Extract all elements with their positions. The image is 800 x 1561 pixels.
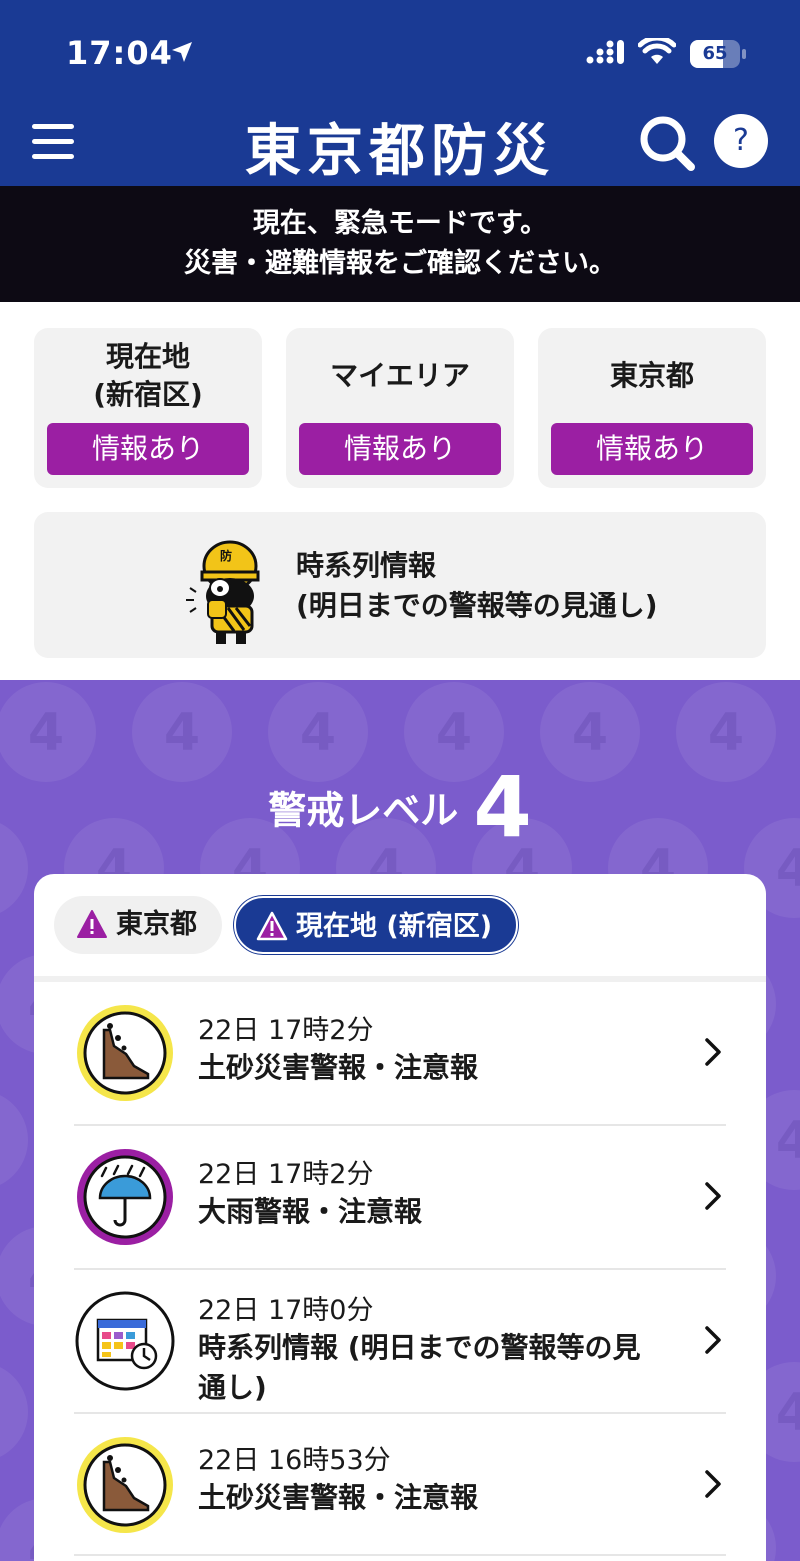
warning-level-heading: 警戒レベル 4 <box>0 758 800 856</box>
tab-tokyo[interactable]: 東京都 <box>54 896 222 954</box>
chevron-right-icon <box>705 1182 721 1210</box>
area-status-badge: 情報あり <box>299 423 501 475</box>
alert-time: 22日 17時2分 <box>198 1159 374 1190</box>
timeline-title: 時系列情報 <box>296 549 437 582</box>
warning-triangle-icon <box>256 911 288 941</box>
alert-item[interactable]: 22日 17時2分 土砂災害警報・注意報 <box>74 1000 726 1106</box>
alert-time: 22日 16時53分 <box>198 1445 391 1476</box>
alert-title: 土砂災害警報・注意報 <box>198 1051 479 1084</box>
help-button[interactable]: ? <box>714 114 768 168</box>
area-status-badge: 情報あり <box>47 423 249 475</box>
alert-time: 22日 17時2分 <box>198 1015 374 1046</box>
pattern-digit: 4 <box>164 703 200 763</box>
alert-title: 時系列情報 (明日までの警報等の見通し) <box>198 1331 641 1404</box>
warning-level-label: 警戒レベル <box>268 788 459 833</box>
location-arrow-icon <box>172 42 192 62</box>
chevron-right-icon <box>705 1470 721 1498</box>
hamburger-icon <box>32 124 74 129</box>
status-time: 17:04 <box>66 34 173 72</box>
area-card-my-area[interactable]: マイエリア 情報あり <box>286 328 514 488</box>
alert-item[interactable]: 22日 16時53分 土砂災害警報・注意報 <box>74 1430 726 1536</box>
timeline-subtitle: (明日までの警報等の見通し) <box>296 589 658 622</box>
warning-triangle-icon <box>77 910 107 938</box>
mascot-badge: 防 <box>220 548 232 563</box>
wifi-icon <box>638 38 676 64</box>
calendar-clock-icon <box>75 1291 175 1391</box>
app-title: 東京都防災 <box>245 119 555 184</box>
landslide-icon <box>77 1437 173 1533</box>
pattern-circle <box>0 1367 28 1457</box>
timeline-info-card[interactable]: 防 時系列情報 (明日までの警報等の見通し) <box>34 512 766 658</box>
area-name: マイエリア <box>330 359 470 392</box>
alert-time: 22日 17時0分 <box>198 1295 374 1326</box>
pattern-digit: 4 <box>776 1383 800 1443</box>
pattern-digit: 4 <box>300 703 336 763</box>
area-status-badge: 情報あり <box>551 423 753 475</box>
search-icon[interactable] <box>638 114 696 172</box>
battery-indicator: 65 <box>690 40 746 68</box>
area-name-sub: (新宿区) <box>93 378 203 411</box>
alert-title: 大雨警報・注意報 <box>198 1195 423 1228</box>
cellular-signal-icon <box>586 40 624 64</box>
tab-label: 東京都 <box>116 909 197 940</box>
alert-item[interactable]: 22日 17時0分 時系列情報 (明日までの警報等の見通し) <box>74 1284 726 1414</box>
menu-button[interactable] <box>32 122 74 160</box>
alert-item[interactable]: 22日 17時2分 大雨警報・注意報 <box>74 1144 726 1250</box>
area-card-current-location[interactable]: 現在地 (新宿区) 情報あり <box>34 328 262 488</box>
area-name: 現在地 <box>105 340 190 373</box>
alert-title: 土砂災害警報・注意報 <box>198 1481 479 1514</box>
pattern-circle <box>0 1095 28 1185</box>
pattern-digit: 4 <box>708 703 744 763</box>
emergency-line-1: 現在、緊急モードです。 <box>252 208 548 239</box>
app-header: 17:04 65 東京都防災 ? <box>0 0 800 186</box>
chevron-right-icon <box>705 1038 721 1066</box>
tab-current-location[interactable]: 現在地 (新宿区) <box>234 896 518 954</box>
warning-level-section: 4444444444444444444444444444444444444444… <box>0 680 800 1561</box>
pattern-digit: 4 <box>28 703 64 763</box>
heavy-rain-icon <box>77 1149 173 1245</box>
area-name: 東京都 <box>609 359 694 392</box>
battery-percent: 65 <box>702 43 728 64</box>
landslide-icon <box>77 1005 173 1101</box>
pattern-digit: 4 <box>776 1111 800 1171</box>
pattern-digit: 4 <box>572 703 608 763</box>
warning-level-number: 4 <box>473 758 532 856</box>
emergency-banner: 現在、緊急モードです。 災害・避難情報をご確認ください。 <box>0 186 800 302</box>
status-bar: 17:04 65 <box>0 0 800 100</box>
mascot-illustration: 防 <box>186 540 260 644</box>
emergency-line-2: 災害・避難情報をご確認ください。 <box>184 248 616 279</box>
area-card-tokyo[interactable]: 東京都 情報あり <box>538 328 766 488</box>
alerts-panel: 東京都 現在地 (新宿区) 22日 17時2分 土砂災害警報・注意報 22日 1… <box>34 874 766 1561</box>
tab-label: 現在地 (新宿区) <box>296 911 493 942</box>
chevron-right-icon <box>705 1326 721 1354</box>
pattern-digit: 4 <box>436 703 472 763</box>
